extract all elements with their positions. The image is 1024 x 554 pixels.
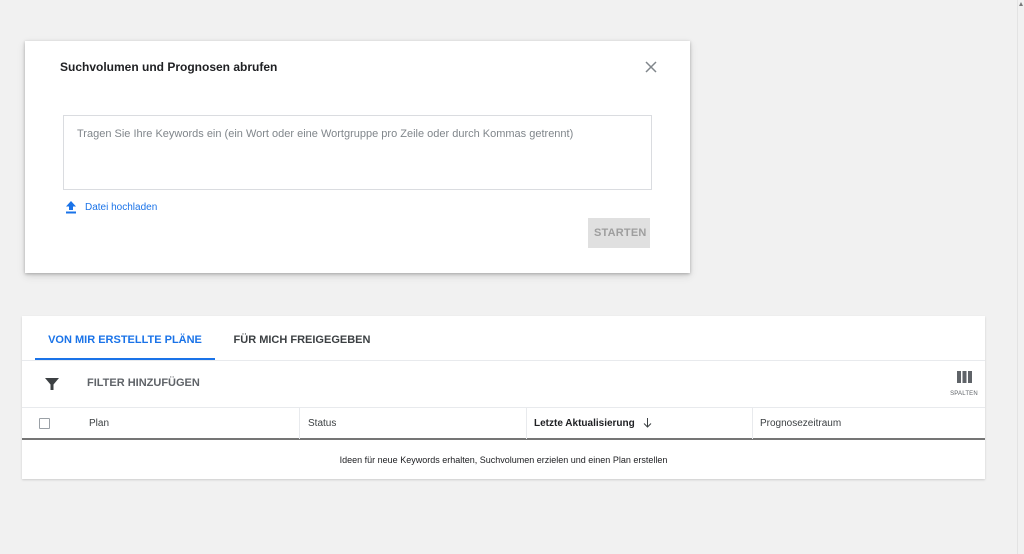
columns-label: SPALTEN — [950, 391, 978, 397]
plans-tabs: VON MIR ERSTELLTE PLÄNE FÜR MICH FREIGEG… — [22, 316, 985, 361]
scroll-up-icon[interactable] — [1019, 2, 1023, 6]
upload-file-label: Datei hochladen — [85, 202, 158, 213]
plans-panel: VON MIR ERSTELLTE PLÄNE FÜR MICH FREIGEG… — [22, 316, 985, 479]
upload-file-link[interactable]: Datei hochladen — [65, 201, 157, 214]
column-header-forecast-period[interactable]: Prognosezeitraum — [752, 408, 985, 439]
forecast-dialog: Suchvolumen und Prognosen abrufen Datei … — [25, 41, 690, 273]
table-header-row: Plan Status Letzte Aktualisierung Progno… — [22, 407, 985, 440]
empty-state-message: Ideen für neue Keywords erhalten, Suchvo… — [339, 455, 668, 465]
close-icon[interactable] — [643, 59, 659, 75]
tab-shared-with-me[interactable]: FÜR MICH FREIGEGEBEN — [227, 316, 377, 360]
page-scrollbar[interactable] — [1017, 0, 1024, 554]
columns-button[interactable]: SPALTEN — [948, 371, 980, 401]
dialog-title: Suchvolumen und Prognosen abrufen — [60, 60, 278, 74]
column-header-last-updated[interactable]: Letzte Aktualisierung — [526, 408, 752, 439]
arrow-down-icon — [643, 418, 651, 429]
filter-icon[interactable] — [45, 377, 59, 391]
column-header-status[interactable]: Status — [299, 408, 526, 439]
select-all-cell — [22, 408, 72, 439]
select-all-checkbox[interactable] — [39, 418, 50, 429]
start-button[interactable]: STARTEN — [588, 218, 650, 248]
upload-icon — [66, 201, 76, 214]
column-header-last-updated-label: Letzte Aktualisierung — [534, 418, 635, 429]
columns-icon — [956, 371, 972, 383]
keyword-input[interactable] — [63, 115, 652, 190]
add-filter-button[interactable]: FILTER HINZUFÜGEN — [87, 377, 200, 389]
tab-my-plans[interactable]: VON MIR ERSTELLTE PLÄNE — [35, 316, 215, 360]
column-header-plan[interactable]: Plan — [89, 408, 299, 439]
filter-bar: FILTER HINZUFÜGEN SPALTEN — [22, 361, 985, 407]
